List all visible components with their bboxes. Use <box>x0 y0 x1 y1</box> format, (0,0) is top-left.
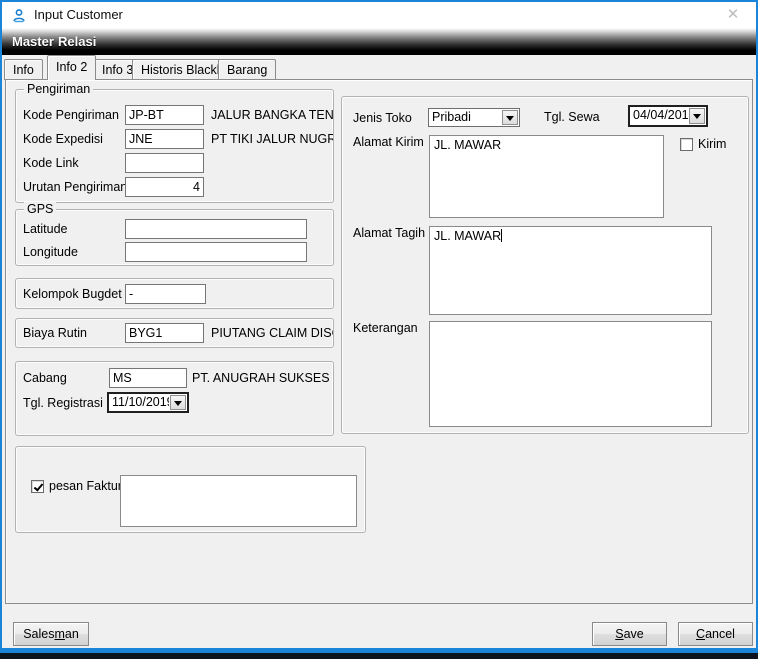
biaya-rutin-label: Biaya Rutin <box>23 324 87 343</box>
tgl-sewa-value: 04/04/2010 <box>633 107 688 124</box>
tgl-sewa-label: Tgl. Sewa <box>544 108 600 127</box>
latitude-label: Latitude <box>23 220 67 239</box>
alamat-tagih-label: Alamat Tagih <box>353 224 425 243</box>
cabang-label: Cabang <box>23 369 67 388</box>
kode-pengiriman-label: Kode Pengiriman <box>23 106 119 125</box>
jenis-toko-combo[interactable]: Pribadi <box>428 108 520 127</box>
kirim-label: Kirim <box>698 135 726 154</box>
alamat-tagih-textarea[interactable]: JL. MAWAR <box>429 226 712 315</box>
group-kelompok-bugdet: Kelompok Bugdet <box>15 278 334 309</box>
tabpage-info-2: Pengiriman Kode Pengiriman JALUR BANGKA … <box>5 79 753 604</box>
group-gps: GPS Latitude Longitude <box>15 209 334 266</box>
keterangan-textarea[interactable] <box>429 321 712 427</box>
tab-barang[interactable]: Barang <box>218 59 276 80</box>
tgl-registrasi-label: Tgl. Registrasi <box>23 394 103 413</box>
menu-item-relasi[interactable]: Relasi <box>54 28 100 55</box>
urutan-pengiriman-input[interactable] <box>125 177 204 197</box>
pesan-faktur-label: pesan Faktur <box>49 477 122 496</box>
text-caret <box>501 229 502 242</box>
kode-expedisi-note: PT TIKI JALUR NUGRAH <box>211 130 333 149</box>
group-pengiriman: Pengiriman Kode Pengiriman JALUR BANGKA … <box>15 89 334 203</box>
group-pengiriman-title: Pengiriman <box>24 82 93 96</box>
latitude-input[interactable] <box>125 219 307 239</box>
alamat-kirim-textarea[interactable]: JL. MAWAR <box>429 135 664 218</box>
group-biaya-rutin: Biaya Rutin PIUTANG CLAIM DISCO <box>15 318 334 348</box>
tgl-registrasi-dropdown-icon[interactable] <box>170 395 186 410</box>
kode-expedisi-label: Kode Expedisi <box>23 130 103 149</box>
pesan-faktur-checkbox[interactable] <box>31 480 44 493</box>
kode-link-input[interactable] <box>125 153 204 173</box>
group-right-panel: Jenis Toko Pribadi Tgl. Sewa 04/04/2010 … <box>341 96 749 434</box>
tgl-registrasi-picker[interactable]: 11/10/2019 <box>107 392 189 413</box>
tab-info[interactable]: Info <box>4 59 43 80</box>
urutan-pengiriman-label: Urutan Pengiriman <box>23 178 127 197</box>
titlebar: Input Customer ✕ <box>2 2 756 28</box>
alamat-tagih-text: JL. MAWAR <box>434 229 501 243</box>
menu-item-master[interactable]: Master <box>8 28 58 55</box>
cabang-input[interactable] <box>109 368 187 388</box>
biaya-rutin-input[interactable] <box>125 323 204 343</box>
longitude-label: Longitude <box>23 243 78 262</box>
window-title: Input Customer <box>34 2 123 28</box>
close-icon[interactable]: ✕ <box>722 2 744 28</box>
window-bottom-shadow <box>0 653 758 659</box>
menubar: Master Relasi <box>2 28 756 55</box>
kode-link-label: Kode Link <box>23 154 79 173</box>
kelompok-bugdet-label: Kelompok Bugdet <box>23 285 122 304</box>
kode-pengiriman-note: JALUR BANGKA TENGAH <box>211 106 333 125</box>
pesan-faktur-textarea[interactable] <box>120 475 357 527</box>
kode-expedisi-input[interactable] <box>125 129 204 149</box>
biaya-rutin-note: PIUTANG CLAIM DISCO <box>211 324 333 343</box>
jenis-toko-dropdown-icon[interactable] <box>502 110 518 125</box>
window-border-top <box>0 0 758 2</box>
longitude-input[interactable] <box>125 242 307 262</box>
jenis-toko-label: Jenis Toko <box>353 109 412 128</box>
kode-pengiriman-input[interactable] <box>125 105 204 125</box>
salesman-button[interactable]: Salesman <box>13 622 89 646</box>
group-pesan-faktur: pesan Faktur <box>15 446 366 533</box>
jenis-toko-value: Pribadi <box>432 109 501 126</box>
tab-info-2[interactable]: Info 2 <box>47 55 96 80</box>
cabang-note: PT. ANUGRAH SUKSES N <box>192 369 333 388</box>
tgl-sewa-dropdown-icon[interactable] <box>689 108 705 124</box>
group-cabang: Cabang PT. ANUGRAH SUKSES N Tgl. Registr… <box>15 361 334 436</box>
app-icon <box>11 8 27 24</box>
alamat-kirim-label: Alamat Kirim <box>353 133 424 152</box>
kirim-checkbox[interactable] <box>680 138 693 151</box>
kelompok-bugdet-input[interactable] <box>125 284 206 304</box>
group-gps-title: GPS <box>24 202 56 216</box>
window-border-left <box>0 0 2 659</box>
tgl-registrasi-value: 11/10/2019 <box>112 394 169 411</box>
input-customer-window: Input Customer ✕ Master Relasi Info Info… <box>0 0 758 659</box>
tgl-sewa-picker[interactable]: 04/04/2010 <box>628 105 708 127</box>
cancel-button[interactable]: Cancel <box>678 622 753 646</box>
save-button[interactable]: Save <box>592 622 667 646</box>
keterangan-label: Keterangan <box>353 319 418 338</box>
